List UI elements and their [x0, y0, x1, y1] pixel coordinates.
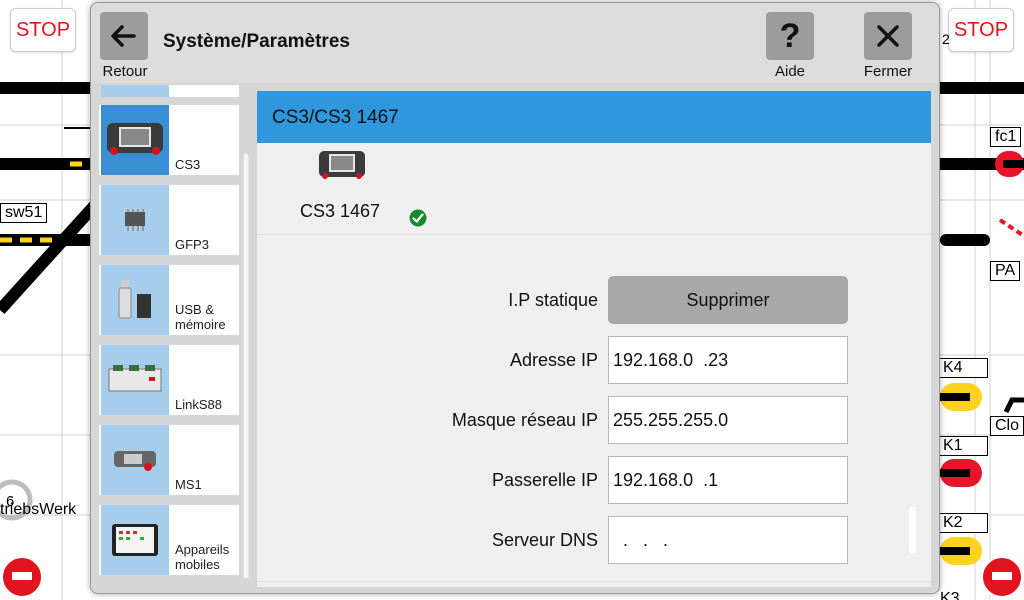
close-icon	[877, 25, 899, 47]
panel-divider	[257, 581, 931, 582]
delete-static-ip-button[interactable]: Supprimer	[608, 276, 848, 324]
track-label-k4: K4	[938, 358, 988, 378]
panel-header-title: CS3/CS3 1467	[272, 107, 399, 128]
track-label-two: 2	[942, 31, 950, 47]
help-button[interactable]: ?	[766, 12, 814, 60]
question-mark-icon: ?	[779, 17, 801, 55]
back-button-label: Retour	[102, 63, 148, 80]
track-label-k3: K3	[940, 590, 960, 600]
dns-input[interactable]	[608, 516, 848, 564]
device-list: CS3 GFP3 USB & mémoire LinkS88 MS1 Appar…	[99, 85, 259, 585]
panel-scrollbar[interactable]	[909, 507, 916, 553]
track-label-k2: K2	[938, 513, 988, 533]
stop-button-right[interactable]: STOP	[948, 8, 1014, 52]
device-item-label: Appareils mobiles	[175, 542, 230, 572]
back-button[interactable]	[100, 12, 148, 60]
ip-address-input[interactable]	[608, 336, 848, 384]
static-ip-label: I.P statique	[508, 290, 598, 310]
settings-dialog: Retour Système/Paramètres ? Aide Fermer …	[90, 2, 940, 594]
links88-module-icon	[101, 345, 169, 415]
subnet-mask-row: Masque réseau IP	[257, 396, 931, 444]
dialog-title: Système/Paramètres	[163, 31, 350, 52]
device-list-scrollbar[interactable]	[243, 153, 249, 579]
cs3-device-icon	[101, 105, 169, 175]
usb-memory-icon	[101, 265, 169, 335]
device-item-label: MS1	[175, 477, 202, 492]
device-settings-panel: CS3/CS3 1467 CS3 1467 I.P statique Suppr…	[257, 91, 931, 587]
device-list-scrolled-item-label	[169, 85, 239, 97]
close-button-label: Fermer	[863, 63, 913, 80]
track-label-clock: Clo	[990, 416, 1024, 436]
gateway-row: Passerelle IP	[257, 456, 931, 504]
gateway-input[interactable]	[608, 456, 848, 504]
gateway-label: Passerelle IP	[491, 470, 598, 490]
help-button-label: Aide	[774, 63, 806, 80]
device-item-label: USB & mémoire	[175, 302, 226, 332]
device-item-label: CS3	[175, 157, 201, 172]
track-label-k1: K1	[938, 436, 988, 456]
dialog-header: Retour Système/Paramètres ? Aide Fermer	[91, 3, 939, 83]
device-item-gfp3[interactable]: GFP3	[99, 185, 239, 255]
turntable-number: 6	[6, 493, 15, 510]
cs3-device-icon	[319, 151, 365, 179]
device-card: CS3 1467	[257, 143, 931, 235]
close-button[interactable]	[864, 12, 912, 60]
device-item-ms1[interactable]: MS1	[99, 425, 239, 495]
subnet-mask-label: Masque réseau IP	[451, 410, 598, 430]
device-item-cs3[interactable]: CS3	[99, 105, 239, 175]
dns-label: Serveur DNS	[491, 530, 598, 550]
dns-row: Serveur DNS	[257, 516, 931, 564]
subnet-mask-input[interactable]	[608, 396, 848, 444]
stop-button-left[interactable]: STOP	[10, 8, 76, 52]
track-label-blank	[64, 127, 92, 129]
device-item-links88[interactable]: LinkS88	[99, 345, 239, 415]
track-label-sw51: sw51	[0, 203, 48, 223]
device-name: CS3 1467	[300, 201, 381, 221]
track-label-pa: PA	[990, 261, 1021, 281]
device-list-scrolled-item	[101, 85, 169, 97]
check-circle-icon	[409, 209, 427, 227]
track-label-fc1: fc1	[990, 127, 1022, 147]
ip-address-row: Adresse IP	[257, 336, 931, 384]
device-item-label: LinkS88	[175, 397, 222, 412]
static-ip-row: I.P statique Supprimer	[257, 276, 931, 324]
mobile-devices-icon	[101, 505, 169, 575]
ms1-controller-icon	[101, 425, 169, 495]
gfp3-chip-icon	[101, 185, 169, 255]
panel-header: CS3/CS3 1467	[257, 91, 931, 143]
device-item-usb-memory[interactable]: USB & mémoire	[99, 265, 239, 335]
arrow-left-icon	[111, 25, 136, 47]
device-item-label: GFP3	[175, 237, 209, 252]
device-item-mobile[interactable]: Appareils mobiles	[99, 505, 239, 575]
ip-address-label: Adresse IP	[509, 350, 598, 370]
